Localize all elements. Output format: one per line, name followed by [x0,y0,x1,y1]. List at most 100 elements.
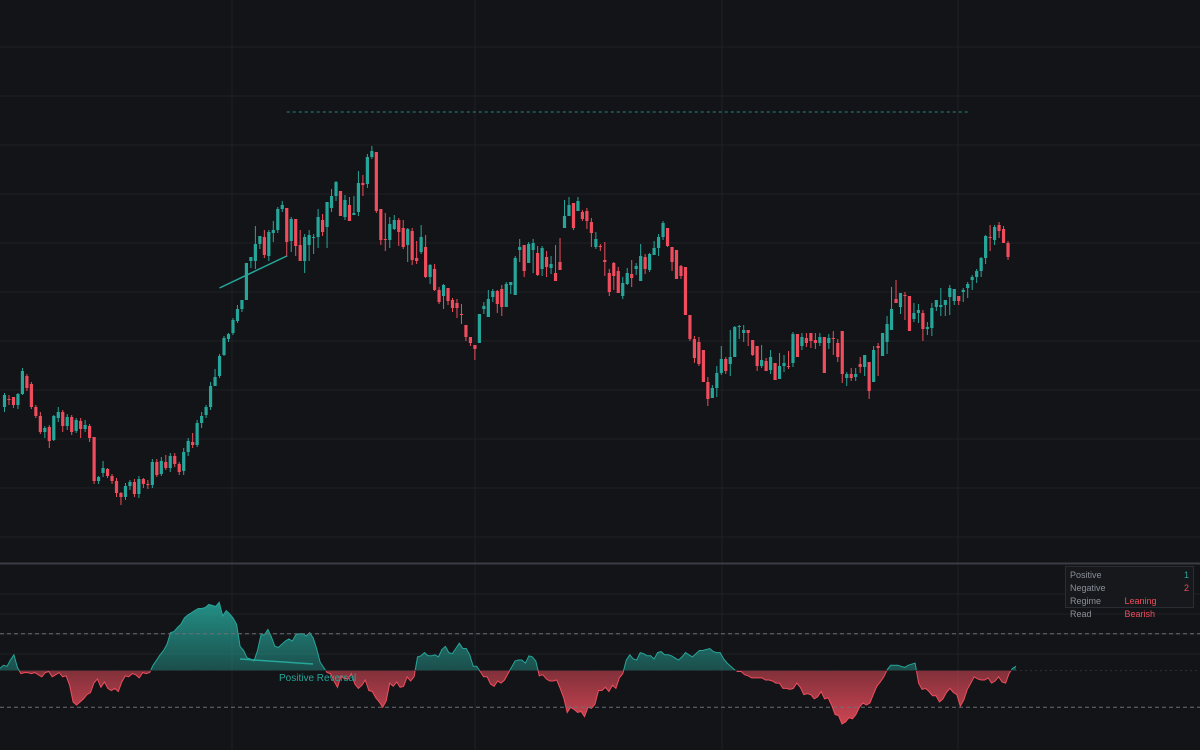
candle-body [276,209,280,230]
candle [401,220,405,249]
candle-body [280,205,284,209]
candle [751,340,755,356]
candle [432,264,437,291]
candle-body [867,362,871,391]
candle-body [56,412,60,418]
candle [728,330,732,376]
candle [105,468,110,478]
candle-body [625,273,629,284]
candle-body [957,296,961,301]
candle-body [536,253,540,275]
candle [576,197,580,211]
candle [450,298,455,312]
candle-body [639,256,643,281]
candle-body [217,356,222,376]
candle-body [948,288,952,297]
candle [280,201,284,212]
candle [329,189,334,212]
candle-body [630,274,634,278]
candle [791,332,795,367]
candle [11,397,16,408]
candle-body [446,288,450,301]
candle [840,331,844,383]
candle-body [298,245,302,261]
candle [16,393,20,409]
candle-body [262,237,266,255]
candle-body [692,339,697,358]
candle-body [777,366,782,379]
price-pane [2,111,1010,505]
candle-body [240,300,244,309]
candle [34,405,38,418]
positive-value: 1 [1183,570,1189,580]
candle-body [320,220,325,232]
candle [733,326,737,357]
negative-value: 2 [1183,583,1189,593]
candle-body [912,313,916,319]
candle [473,345,477,360]
candle [56,407,60,422]
candle-body [585,211,589,221]
candle [222,336,226,356]
candle [164,455,168,470]
candle [522,245,526,277]
candle [710,385,714,398]
candle [818,333,822,346]
candle [267,230,271,261]
candle-body [491,291,495,297]
candle [486,290,490,317]
candle [737,325,741,339]
candle [294,219,298,256]
candle [392,215,396,230]
candle-body [244,263,249,300]
candle [92,437,96,484]
candle [208,382,213,410]
candle-body [979,258,983,271]
stats-row-negative: Negative 2 [1070,582,1189,595]
candle-body [921,313,925,329]
candle-body [92,437,96,481]
candle-body [419,237,423,252]
candle-body [688,315,692,339]
oscillator-area-negative [0,670,1016,724]
candle [585,208,589,229]
candle-body [258,236,262,244]
chart-canvas: Positive Reversal [0,0,1200,750]
candle-body [47,427,51,441]
candle [446,288,450,305]
candle [186,438,190,456]
candle-body [840,331,844,374]
candle-body [934,300,938,307]
candle [513,256,517,295]
candle-body [114,481,119,493]
candle-body [742,330,746,333]
candle-body [432,269,437,290]
candle [119,492,123,505]
candle-body [845,374,849,378]
candle-body [25,376,29,388]
candle-body [70,417,74,432]
candle-body [746,330,750,333]
candle [374,152,378,213]
candle-body [2,395,7,407]
candle [961,288,965,302]
candle [464,325,468,341]
candle-body [997,225,1001,231]
candle-body [849,374,853,378]
candle-body [916,310,921,313]
candle-body [235,309,240,321]
candle-body [186,441,190,452]
candle-body [123,486,128,497]
candle [930,303,934,336]
candle [670,247,674,271]
candle-body [370,151,374,157]
candle [204,405,208,418]
candle-body [751,340,755,355]
candle [316,209,320,248]
candle-body [195,423,199,445]
candle [240,300,244,312]
candle-body [325,202,329,227]
candle-body [580,212,585,219]
candle-body [598,246,602,247]
candle-body [141,479,145,484]
